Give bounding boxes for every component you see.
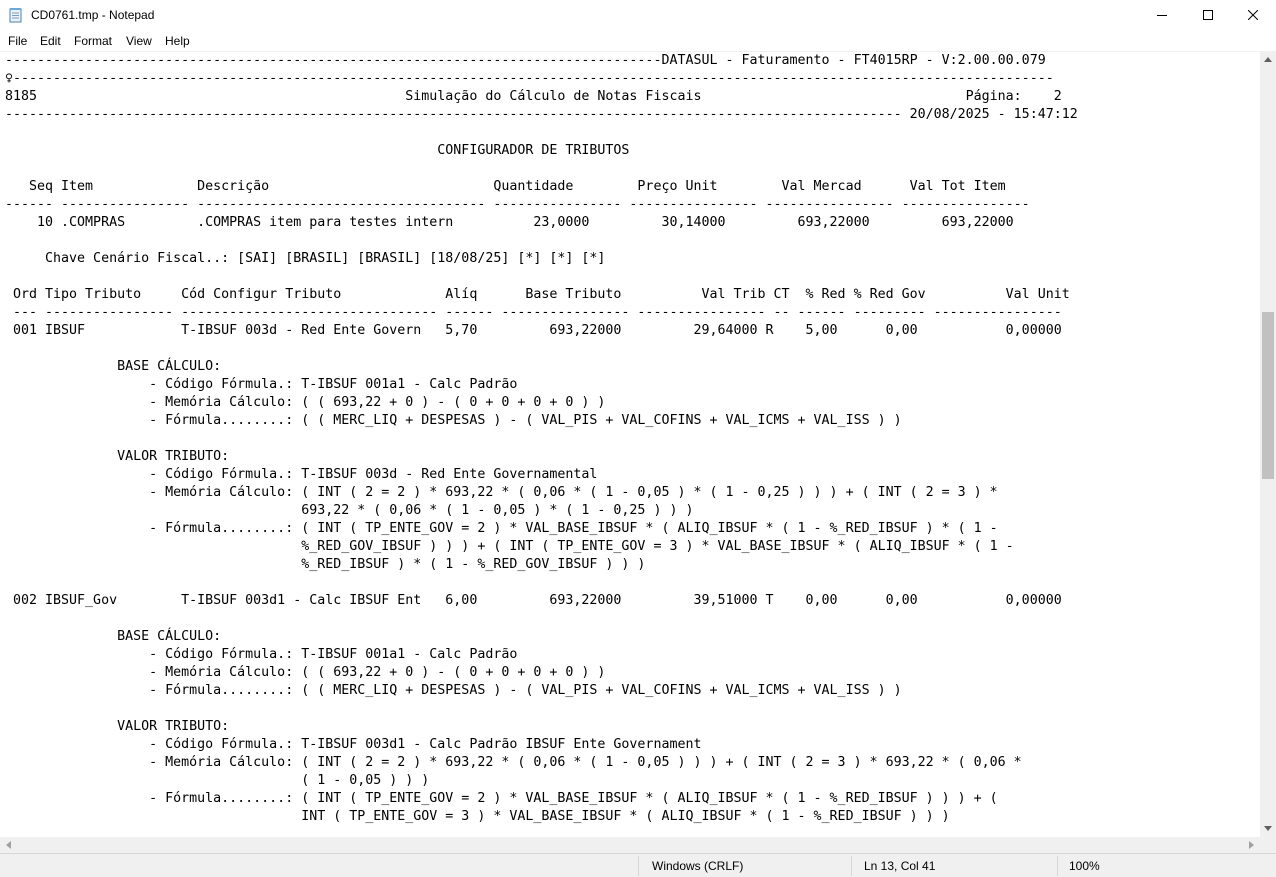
text-line: ----------------------------------------…	[5, 107, 1078, 122]
text-line: - Fórmula........: ( ( MERC_LIQ + DESPES…	[5, 683, 902, 698]
title-bar[interactable]: CD0761.tmp - Notepad	[0, 0, 1276, 31]
menu-help[interactable]: Help	[165, 34, 190, 48]
text-line: ------ ---------------- ----------------…	[5, 197, 1030, 212]
status-divider	[851, 856, 852, 876]
notepad-icon	[9, 7, 23, 23]
text-line	[5, 268, 1078, 286]
text-line: - Código Fórmula.: T-IBSUF 003d1 - Calc …	[5, 737, 702, 752]
document-text[interactable]: ----------------------------------------…	[5, 52, 1078, 826]
text-line: 10 .COMPRAS .COMPRAS item para testes in…	[5, 215, 1014, 230]
close-button[interactable]	[1230, 0, 1276, 31]
scroll-up-icon[interactable]	[1260, 51, 1276, 68]
status-cursor-position: Ln 13, Col 41	[864, 859, 936, 873]
text-line: VALOR TRIBUTO:	[5, 449, 230, 464]
close-icon	[1247, 7, 1259, 25]
scroll-left-icon[interactable]	[0, 837, 17, 853]
text-line: - Memória Cálculo: ( ( 693,22 + 0 ) - ( …	[5, 665, 606, 680]
status-encoding: Windows (CRLF)	[652, 859, 744, 873]
text-line: ♀---------------------------------------…	[5, 71, 1054, 86]
text-line: - Memória Cálculo: ( ( 693,22 + 0 ) - ( …	[5, 395, 606, 410]
text-line: 8185 Simulação do Cálculo de Notas Fisca…	[5, 89, 1062, 104]
scrollbar-corner	[1260, 837, 1276, 853]
vertical-scroll-thumb[interactable]	[1262, 312, 1274, 479]
text-line: BASE CÁLCULO:	[5, 629, 222, 644]
scroll-right-icon[interactable]	[1243, 837, 1260, 853]
text-line: - Fórmula........: ( INT ( TP_ENTE_GOV =…	[5, 791, 998, 806]
text-line: - Fórmula........: ( INT ( TP_ENTE_GOV =…	[5, 521, 998, 536]
text-line: - Memória Cálculo: ( INT ( 2 = 2 ) * 693…	[5, 485, 998, 500]
horizontal-scrollbar[interactable]	[0, 837, 1260, 853]
text-line	[5, 610, 1078, 628]
status-divider	[638, 856, 639, 876]
text-line	[5, 124, 1078, 142]
text-line: - Código Fórmula.: T-IBSUF 001a1 - Calc …	[5, 377, 518, 392]
text-editor[interactable]: ----------------------------------------…	[0, 51, 1260, 838]
text-line: CONFIGURADOR DE TRIBUTOS	[5, 143, 630, 158]
scroll-down-icon[interactable]	[1260, 820, 1276, 837]
text-line: BASE CÁLCULO:	[5, 359, 222, 374]
text-line: - Código Fórmula.: T-IBSUF 001a1 - Calc …	[5, 647, 518, 662]
status-divider	[1057, 856, 1058, 876]
text-line: %_RED_GOV_IBSUF ) ) ) + ( INT ( TP_ENTE_…	[5, 539, 1014, 554]
text-line: - Código Fórmula.: T-IBSUF 003d - Red En…	[5, 467, 598, 482]
text-line: %_RED_IBSUF ) * ( 1 - %_RED_GOV_IBSUF ) …	[5, 557, 646, 572]
text-line: ( 1 - 0,05 ) ) )	[5, 773, 430, 788]
text-line: Seq Item Descrição Quantidade Preço Unit…	[5, 179, 1006, 194]
status-bar: Windows (CRLF) Ln 13, Col 41 100%	[0, 853, 1276, 877]
text-line	[5, 430, 1078, 448]
text-line: ----------------------------------------…	[5, 53, 1046, 68]
status-zoom: 100%	[1069, 859, 1100, 873]
text-line: VALOR TRIBUTO:	[5, 719, 230, 734]
maximize-button[interactable]	[1185, 0, 1231, 31]
text-line: 693,22 * ( 0,06 * ( 1 - 0,05 ) * ( 1 - 0…	[5, 503, 694, 518]
window-title: CD0761.tmp - Notepad	[31, 8, 155, 22]
minimize-icon	[1157, 7, 1167, 25]
text-line	[5, 700, 1078, 718]
menu-format[interactable]: Format	[74, 34, 112, 48]
text-line	[5, 340, 1078, 358]
menu-file[interactable]: File	[8, 34, 27, 48]
maximize-icon	[1203, 7, 1213, 25]
text-line: 001 IBSUF T-IBSUF 003d - Red Ente Govern…	[5, 323, 1062, 338]
text-line: - Fórmula........: ( ( MERC_LIQ + DESPES…	[5, 413, 902, 428]
minimize-button[interactable]	[1139, 0, 1185, 31]
text-line: 002 IBSUF_Gov T-IBSUF 003d1 - Calc IBSUF…	[5, 593, 1062, 608]
menu-view[interactable]: View	[126, 34, 152, 48]
text-line	[5, 160, 1078, 178]
text-line: - Memória Cálculo: ( INT ( 2 = 2 ) * 693…	[5, 755, 1022, 770]
text-line: INT ( TP_ENTE_GOV = 3 ) * VAL_BASE_IBSUF…	[5, 809, 950, 824]
text-line: Ord Tipo Tributo Cód Configur Tributo Al…	[5, 287, 1070, 302]
text-line	[5, 574, 1078, 592]
menu-edit[interactable]: Edit	[40, 34, 61, 48]
menu-bar: File Edit Format View Help	[0, 31, 1276, 51]
vertical-scrollbar[interactable]	[1260, 51, 1276, 837]
text-line: Chave Cenário Fiscal..: [SAI] [BRASIL] […	[5, 251, 606, 266]
text-line	[5, 232, 1078, 250]
text-line: --- ---------------- -------------------…	[5, 305, 1062, 320]
